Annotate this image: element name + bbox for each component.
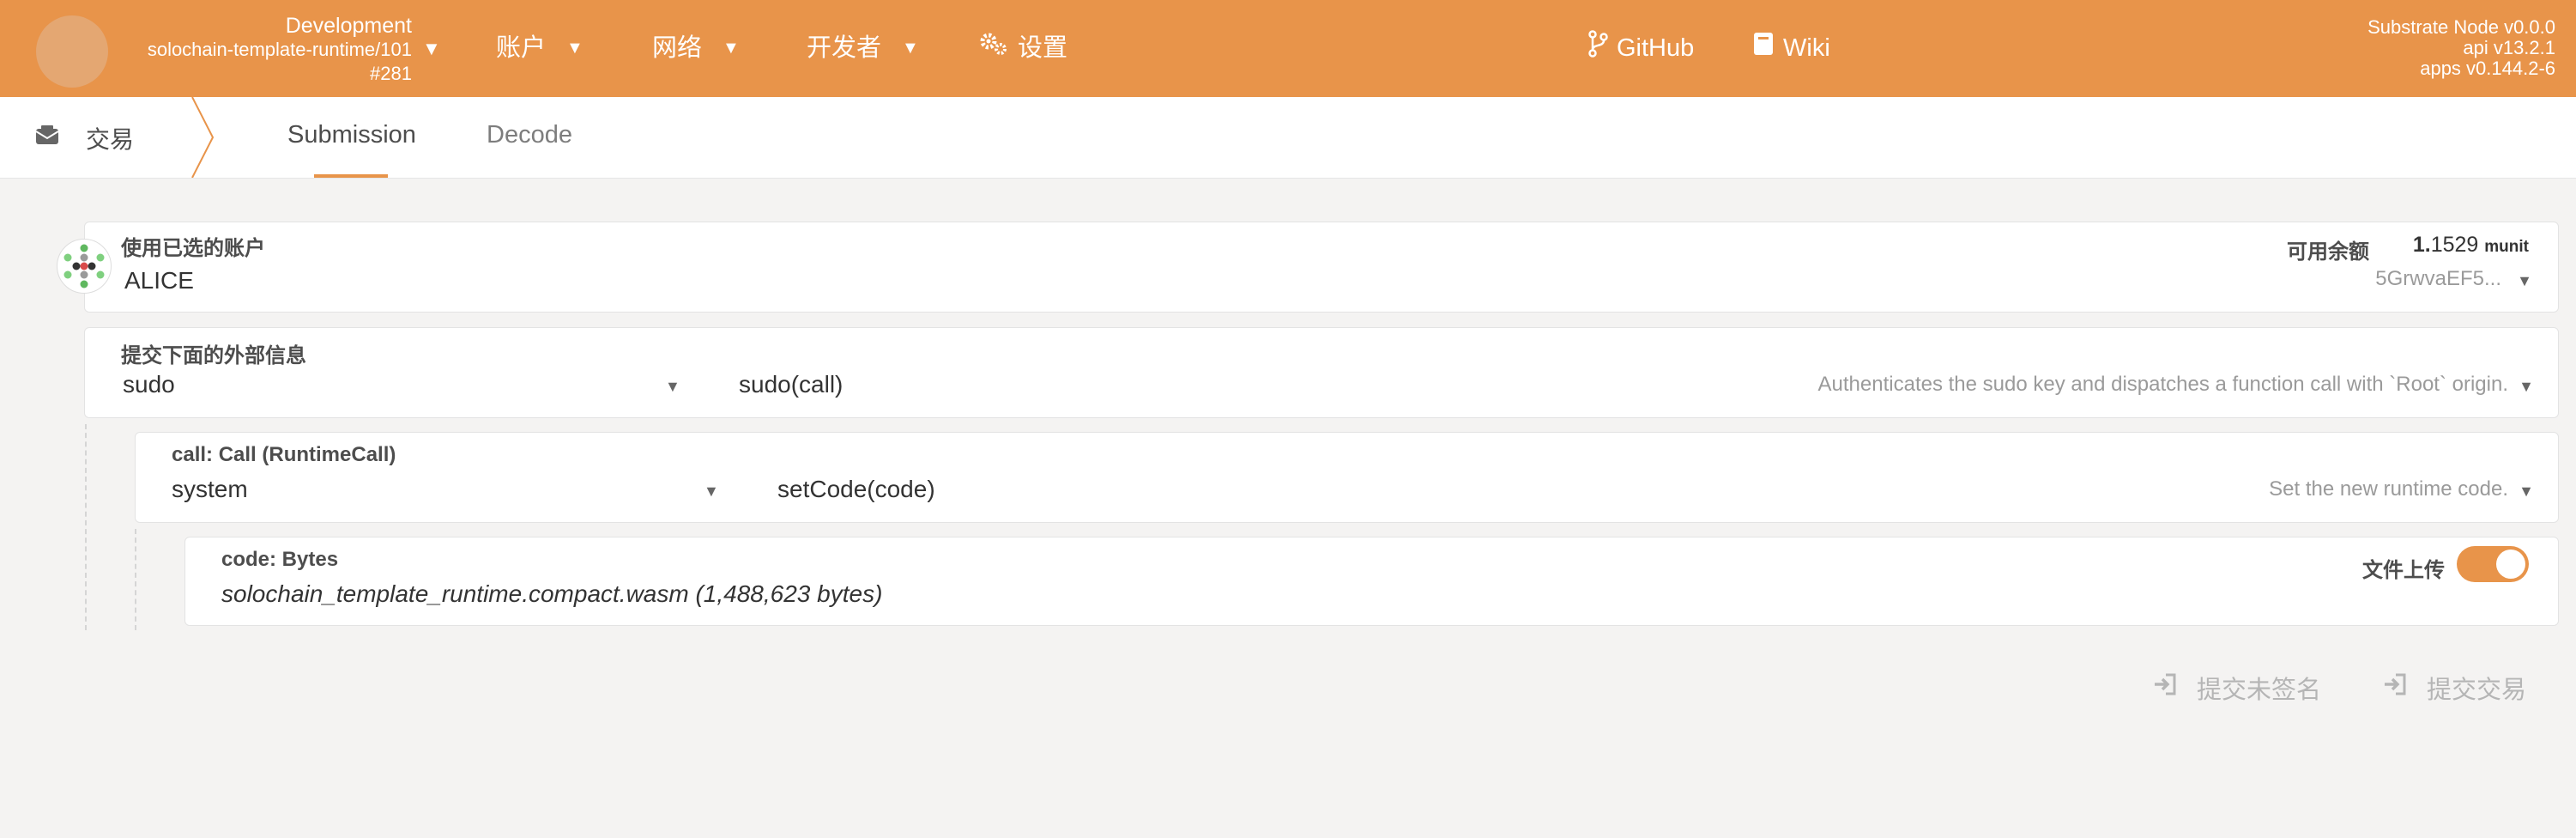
- code-file-value[interactable]: solochain_template_runtime.compact.wasm …: [221, 580, 882, 608]
- balance-unit: munit: [2484, 238, 2529, 256]
- breadcrumb-separator: [191, 97, 215, 178]
- chevron-down-icon: ▼: [566, 39, 584, 58]
- sub-navbar: 交易 Submission Decode: [0, 97, 2576, 179]
- block-number: #281: [370, 63, 412, 84]
- nesting-guide: [85, 424, 87, 630]
- nav-wiki[interactable]: Wiki: [1752, 31, 1830, 65]
- call-label: call: Call (RuntimeCall): [172, 443, 396, 466]
- method-select[interactable]: sudo(call): [739, 371, 843, 398]
- extrinsic-selector: 提交下面的外部信息 sudo ▼ sudo(call) Authenticate…: [84, 327, 2559, 418]
- balance-integer: 1.: [2412, 233, 2431, 257]
- chevron-down-icon: ▼: [723, 39, 740, 58]
- code-branch-icon: [1587, 29, 1608, 67]
- chevron-down-icon[interactable]: ▼: [2519, 483, 2534, 501]
- call-method-select[interactable]: setCode(code): [777, 476, 935, 503]
- code-param: code: Bytes solochain_template_runtime.c…: [184, 537, 2559, 626]
- nav-accounts[interactable]: 账户 ▼: [496, 31, 584, 65]
- nav-developer[interactable]: 开发者 ▼: [807, 31, 919, 65]
- nav-github-label: GitHub: [1617, 34, 1695, 62]
- nav-developer-label: 开发者: [807, 34, 882, 62]
- account-identicon: [57, 239, 112, 294]
- nav-settings-label: 设置: [1018, 34, 1068, 62]
- file-upload-label: 文件上传: [2362, 559, 2445, 582]
- sign-in-icon: [2152, 672, 2178, 703]
- account-selector[interactable]: 使用已选的账户 ALICE 可用余额 1.1529 munit 5GrwvaEF…: [84, 222, 2559, 313]
- chevron-down-icon: ▼: [902, 39, 919, 58]
- node-version: Substrate Node v0.0.0: [2367, 16, 2555, 38]
- nav-github[interactable]: GitHub: [1587, 29, 1695, 67]
- apps-version: apps v0.144.2-6: [2420, 58, 2555, 79]
- chevron-down-icon[interactable]: ▼: [665, 378, 680, 396]
- submit-unsigned-label: 提交未签名: [2197, 677, 2322, 704]
- account-address: 5GrwvaEF5...: [2375, 267, 2501, 290]
- call-description: Set the new runtime code.: [2269, 477, 2508, 501]
- book-icon: [1752, 31, 1775, 66]
- chain-environment: Development: [285, 14, 412, 38]
- chain-selector[interactable]: Development solochain-template-runtime/1…: [120, 14, 412, 86]
- sign-in-icon: [2382, 672, 2408, 703]
- extrinsic-label: 提交下面的外部信息: [121, 344, 306, 367]
- tab-submission[interactable]: Submission: [287, 121, 416, 149]
- balance-decimal: 1529: [2430, 233, 2479, 257]
- chain-logo[interactable]: [36, 15, 108, 88]
- version-info: Substrate Node v0.0.0 api v13.2.1 apps v…: [2367, 17, 2555, 79]
- chevron-down-icon[interactable]: ▼: [2519, 378, 2534, 396]
- nav-accounts-label: 账户: [496, 34, 547, 62]
- active-tab-indicator: [314, 174, 388, 178]
- envelope-icon: [34, 124, 60, 154]
- submit-unsigned-button[interactable]: 提交未签名: [2152, 670, 2321, 706]
- section-title-label: 交易: [86, 126, 135, 153]
- chevron-down-icon[interactable]: ▼: [704, 483, 719, 501]
- account-name: ALICE: [124, 267, 194, 294]
- chevron-down-icon[interactable]: ▼: [2517, 272, 2532, 290]
- top-navbar: Development solochain-template-runtime/1…: [0, 0, 2576, 97]
- nesting-guide: [135, 529, 136, 630]
- file-upload-toggle[interactable]: [2457, 546, 2529, 582]
- nav-wiki-label: Wiki: [1783, 34, 1830, 62]
- tab-decode[interactable]: Decode: [487, 121, 572, 149]
- submit-transaction-label: 提交交易: [2427, 677, 2527, 704]
- toggle-knob: [2496, 550, 2525, 579]
- chevron-down-icon[interactable]: ▼: [422, 38, 441, 60]
- balance-label: 可用余额: [2287, 240, 2369, 264]
- nav-network[interactable]: 网络 ▼: [652, 31, 740, 65]
- nav-network-label: 网络: [652, 34, 703, 62]
- code-label: code: Bytes: [221, 548, 339, 571]
- section-title: 交易: [34, 121, 134, 155]
- nav-settings[interactable]: 设置: [978, 31, 1067, 65]
- account-label: 使用已选的账户: [121, 237, 265, 260]
- call-selector: call: Call (RuntimeCall) system ▼ setCod…: [135, 432, 2559, 523]
- submit-transaction-button[interactable]: 提交交易: [2382, 670, 2526, 706]
- pallet-select[interactable]: sudo: [123, 371, 175, 398]
- balance-value: 1.1529 munit: [2413, 233, 2529, 258]
- call-pallet-select[interactable]: system: [172, 476, 248, 503]
- gears-icon: [978, 31, 1009, 66]
- chain-runtime: solochain-template-runtime/101: [147, 39, 412, 60]
- method-description: Authenticates the sudo key and dispatche…: [1817, 373, 2508, 396]
- api-version: api v13.2.1: [2463, 37, 2555, 58]
